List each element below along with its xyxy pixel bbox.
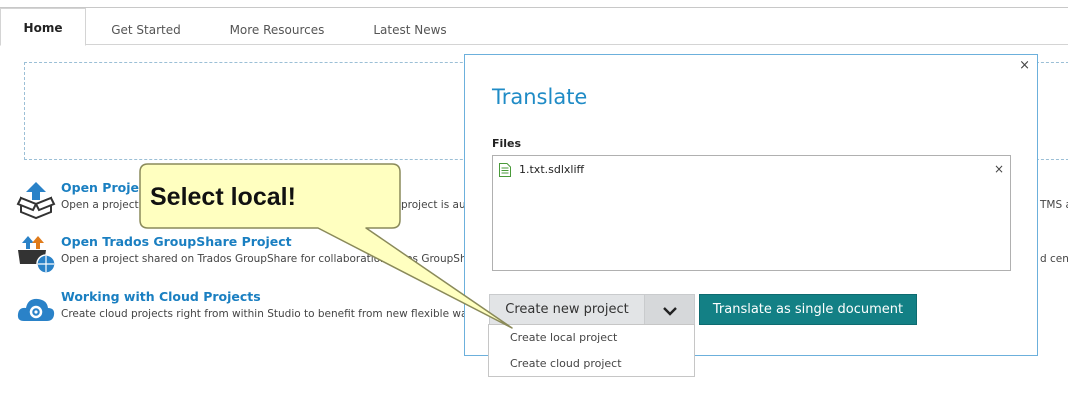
dialog-close-button[interactable]: × (1019, 58, 1030, 74)
cloud-title[interactable]: Working with Cloud Projects (61, 289, 261, 304)
tab-get-started[interactable]: Get Started (96, 8, 196, 45)
groupshare-description-tail: ados GroupSh (393, 253, 467, 265)
create-project-menu: Create local project Create cloud projec… (488, 324, 695, 377)
create-project-dropdown-toggle[interactable] (644, 295, 694, 324)
open-project-description: Open a project (61, 199, 139, 211)
open-project-description-cut: TMS a (1040, 199, 1068, 211)
window-top-strip (0, 0, 1068, 8)
callout-text: Select local! (150, 183, 296, 211)
files-label: Files (492, 137, 522, 150)
file-name: 1.txt.sdlxliff (519, 163, 585, 176)
dialog-title: Translate (492, 85, 588, 109)
groupshare-title[interactable]: Open Trados GroupShare Project (61, 234, 292, 249)
groupshare-description: Open a project shared on Trados GroupSha… (61, 253, 387, 265)
translate-single-document-button[interactable]: Translate as single document (699, 294, 917, 325)
create-project-split-button: Create new project (489, 294, 695, 325)
groupshare-description-cut: d cent (1040, 253, 1068, 265)
tab-home[interactable]: Home (0, 8, 86, 46)
open-project-description-tail: project is aut (401, 199, 470, 211)
cloud-description: Create cloud projects right from within … (61, 308, 480, 320)
menu-item-create-local-project[interactable]: Create local project (489, 325, 694, 351)
tab-latest-news[interactable]: Latest News (360, 8, 460, 45)
file-remove-button[interactable]: × (994, 162, 1004, 176)
menu-item-create-cloud-project[interactable]: Create cloud project (489, 351, 694, 377)
cloud-icon (16, 289, 56, 329)
files-list[interactable]: 1.txt.sdlxliff × (492, 155, 1011, 271)
tab-more-resources[interactable]: More Resources (214, 8, 340, 45)
groupshare-icon (16, 234, 56, 274)
open-project-icon (16, 180, 56, 220)
translate-dialog: × Translate Files 1.txt.sdlxliff × Creat… (464, 54, 1038, 356)
open-project-title[interactable]: Open Proje (61, 180, 139, 195)
document-icon (499, 163, 511, 177)
tab-bar: Home Get Started More Resources Latest N… (0, 8, 1068, 46)
create-new-project-button[interactable]: Create new project (490, 295, 644, 324)
